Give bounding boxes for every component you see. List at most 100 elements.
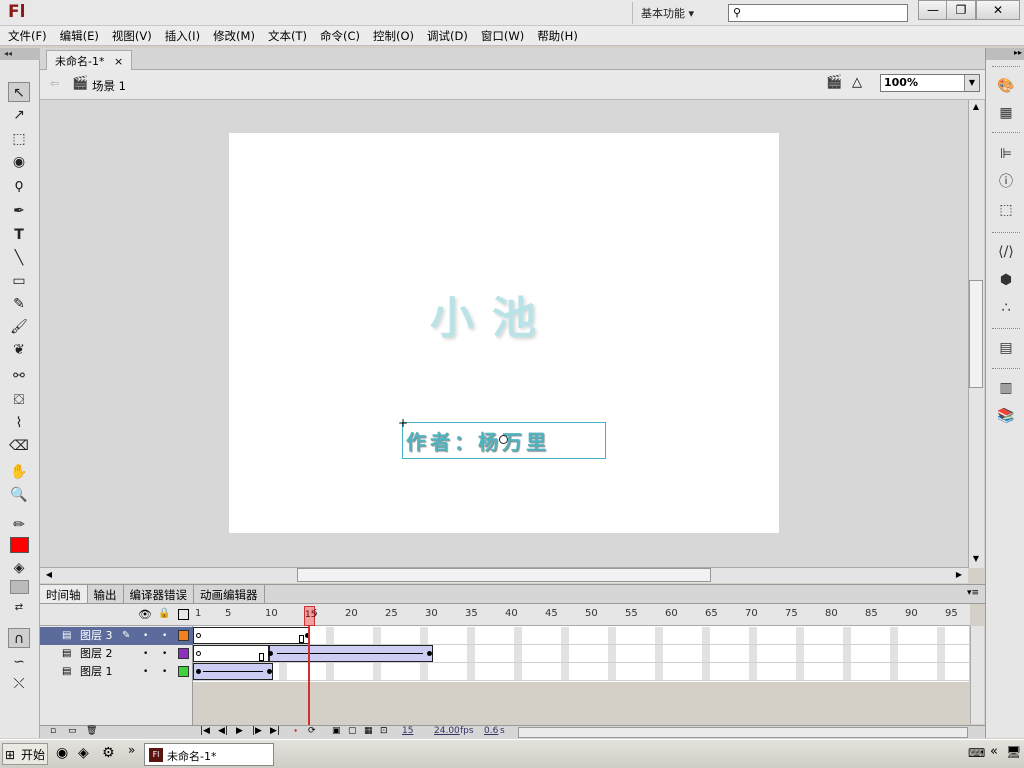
delete-layer-icon[interactable]: 🗑 xyxy=(86,726,97,736)
lock-icon[interactable]: 🔒 xyxy=(158,608,170,619)
browser-icon[interactable]: ◉ xyxy=(56,745,68,761)
keyframe[interactable] xyxy=(427,651,432,656)
tray-network-icon[interactable]: 🖥 xyxy=(1006,745,1021,759)
layer-color-swatch[interactable] xyxy=(178,666,189,677)
keyframe[interactable] xyxy=(196,669,201,674)
menu-modify[interactable]: 修改(M) xyxy=(209,28,264,44)
tab-timeline[interactable]: 时间轴 xyxy=(40,585,88,603)
document-tab[interactable]: 未命名-1* × xyxy=(46,50,133,70)
fill-color-icon[interactable]: ◈ xyxy=(8,558,30,578)
smooth-icon[interactable]: ∽ xyxy=(8,652,30,672)
menu-file[interactable]: 文件(F) xyxy=(4,28,56,44)
edit-symbols-icon[interactable]: △ xyxy=(852,75,862,90)
motion-presets-icon[interactable]: ∴ xyxy=(996,298,1016,318)
center-frame-icon[interactable]: ⬩ xyxy=(294,726,297,736)
swap-colors-icon[interactable]: ⇄ xyxy=(8,598,30,618)
fill-color-swatch[interactable] xyxy=(10,537,29,553)
panel-grip[interactable] xyxy=(992,328,1020,332)
onion-markers-icon[interactable]: ⊡ xyxy=(380,726,388,736)
transform-panel-icon[interactable]: ⬚ xyxy=(996,200,1016,220)
prev-frame-icon[interactable]: ◀| xyxy=(218,726,228,736)
stage-vertical-thumb[interactable] xyxy=(969,280,983,388)
start-button[interactable]: ⊞ 开始 xyxy=(2,743,48,765)
restore-button[interactable]: ❐ xyxy=(946,0,976,20)
components-panel-icon[interactable]: ⬢ xyxy=(996,270,1016,290)
keyboard-icon[interactable]: ⌨ xyxy=(968,746,985,760)
layer-color-swatch[interactable] xyxy=(178,630,189,641)
snap-magnet-icon[interactable]: ∩ xyxy=(8,628,30,648)
menu-help[interactable]: 帮助(H) xyxy=(533,28,587,44)
zoom-tool-icon[interactable]: 🔍 xyxy=(8,485,30,505)
minimize-button[interactable]: — xyxy=(918,0,948,20)
panel-menu-icon[interactable]: ▾≡ xyxy=(961,585,985,603)
last-frame-icon[interactable]: ▶| xyxy=(270,726,280,736)
onion-skin-icon[interactable]: ▣ xyxy=(332,726,341,736)
first-frame-icon[interactable]: |◀ xyxy=(200,726,210,736)
tab-motion-editor[interactable]: 动画编辑器 xyxy=(194,585,265,603)
menu-text[interactable]: 文本(T) xyxy=(264,28,316,44)
eraser-tool-icon[interactable]: ⌫ xyxy=(8,436,30,456)
swatches-panel-icon[interactable]: ▦ xyxy=(996,103,1016,123)
back-arrow-icon[interactable]: ⇦ xyxy=(50,77,59,90)
static-frames[interactable] xyxy=(193,645,269,662)
visibility-dot[interactable]: • xyxy=(143,645,148,663)
bone-tool-icon[interactable]: ⚯ xyxy=(8,366,30,386)
visibility-dot[interactable]: • xyxy=(143,627,148,645)
menu-view[interactable]: 视图(V) xyxy=(108,28,161,44)
zoom-dropdown-icon[interactable]: ▼ xyxy=(964,75,979,91)
3d-rotation-tool-icon[interactable]: ◉ xyxy=(8,152,30,172)
taskbar-app-button[interactable]: Fl 未命名-1* xyxy=(144,743,274,766)
brush-tool-icon[interactable]: 🖌 xyxy=(8,317,30,337)
stage-horizontal-thumb[interactable] xyxy=(297,568,711,582)
fps-value[interactable]: 24.00 xyxy=(434,726,460,736)
properties-panel-icon[interactable]: ▥ xyxy=(996,378,1016,398)
actions-panel-icon[interactable]: ⟨/⟩ xyxy=(996,242,1016,262)
info-panel-icon[interactable]: ⓘ xyxy=(996,172,1016,192)
timeline-horizontal-scrollbar[interactable] xyxy=(518,727,968,738)
pencil-tool-icon[interactable]: ✎ xyxy=(8,294,30,314)
loop-icon[interactable]: ⟳ xyxy=(308,726,316,736)
static-frames[interactable] xyxy=(193,627,309,644)
quicklaunch-icon[interactable]: ◈ xyxy=(78,745,89,761)
line-tool-icon[interactable]: ╲ xyxy=(8,248,30,268)
pen-tool-icon[interactable]: ✒ xyxy=(8,201,30,221)
transform-point[interactable] xyxy=(499,435,508,444)
empty-keyframe[interactable] xyxy=(196,651,201,656)
onion-outline-icon[interactable]: ▢ xyxy=(348,726,357,736)
dock-collapse-handle[interactable]: ▸▸ xyxy=(986,48,1024,60)
lock-dot[interactable]: • xyxy=(162,645,167,663)
next-frame-icon[interactable]: |▶ xyxy=(252,726,262,736)
timeline-vertical-scrollbar[interactable] xyxy=(970,626,984,724)
edit-multiple-icon[interactable]: ▦ xyxy=(364,726,373,736)
eyedropper-tool-icon[interactable]: ⌇ xyxy=(8,413,30,433)
panel-grip[interactable] xyxy=(992,66,1020,70)
workspace-switcher[interactable]: 基本功能 ▾ xyxy=(632,2,716,24)
library-books-icon[interactable]: 📚 xyxy=(996,406,1016,426)
tray-expand-icon[interactable]: « xyxy=(990,744,998,759)
menu-commands[interactable]: 命令(C) xyxy=(316,28,369,44)
scroll-up-icon[interactable]: ▲ xyxy=(969,100,983,114)
panel-grip[interactable] xyxy=(992,132,1020,136)
keyframe[interactable] xyxy=(268,651,273,656)
scroll-left-icon[interactable]: ◀ xyxy=(42,568,56,582)
help-search-input[interactable]: ⚲ xyxy=(728,4,908,22)
settings-icon[interactable]: ⚙ xyxy=(102,745,115,761)
lock-dot[interactable]: • xyxy=(162,663,167,681)
align-panel-icon[interactable]: ⊫ xyxy=(996,144,1016,164)
elapsed-time-value[interactable]: 0.6 xyxy=(484,726,498,736)
text-tool-icon[interactable]: T xyxy=(8,225,30,245)
play-icon[interactable]: ▶ xyxy=(236,726,243,736)
menu-window[interactable]: 窗口(W) xyxy=(477,28,533,44)
free-transform-tool-icon[interactable]: ⬚ xyxy=(8,129,30,149)
menu-edit[interactable]: 编辑(E) xyxy=(56,28,108,44)
hand-tool-icon[interactable]: ✋ xyxy=(8,462,30,482)
playhead[interactable]: 15 xyxy=(304,606,316,626)
deco-tool-icon[interactable]: ❦ xyxy=(8,340,30,360)
rectangle-tool-icon[interactable]: ▭ xyxy=(8,271,30,291)
tab-compiler-errors[interactable]: 编译器错误 xyxy=(124,585,194,603)
panel-grip[interactable] xyxy=(992,368,1020,372)
color-panel-icon[interactable]: 🎨 xyxy=(996,76,1016,96)
menu-debug[interactable]: 调试(D) xyxy=(423,28,477,44)
scroll-down-icon[interactable]: ▼ xyxy=(969,552,983,566)
empty-keyframe[interactable] xyxy=(196,633,201,638)
